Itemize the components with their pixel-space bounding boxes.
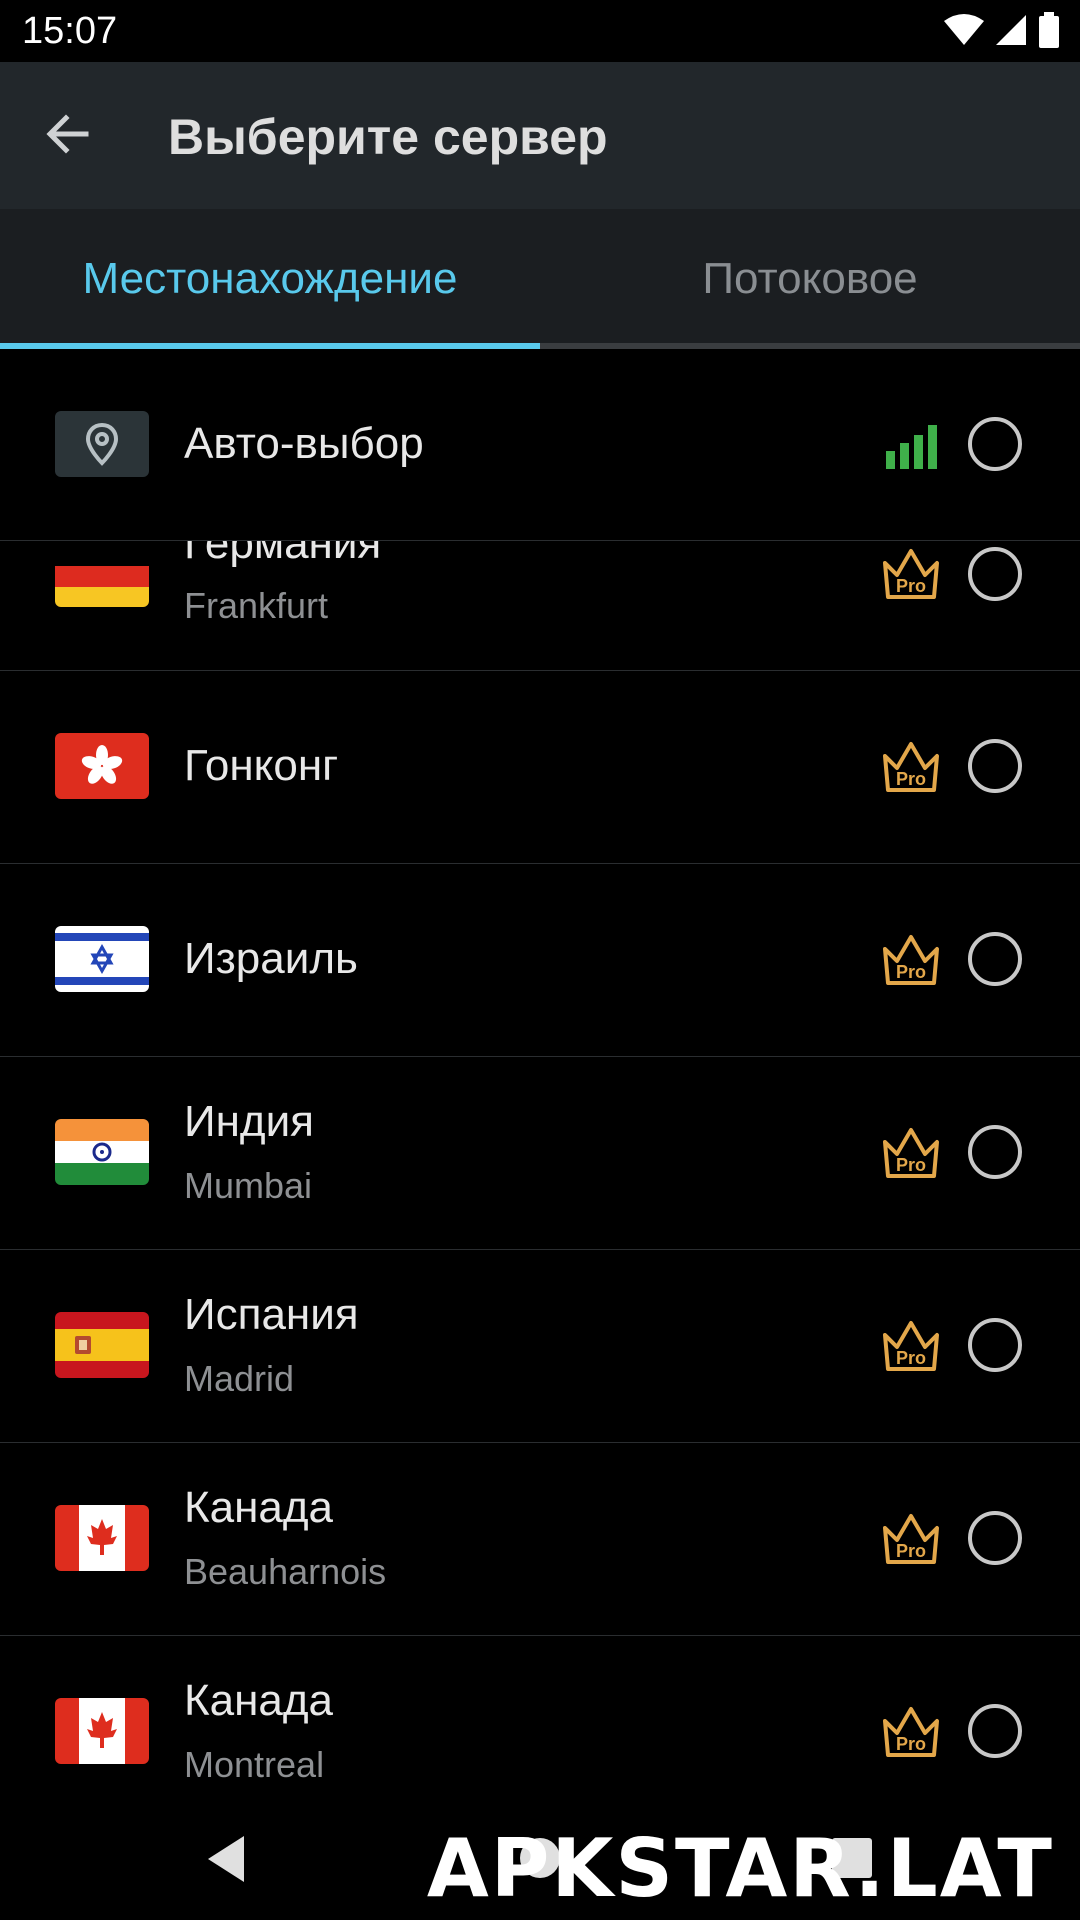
pro-label: Pro: [896, 769, 926, 789]
server-row-auto[interactable]: Авто-выбор: [0, 349, 1080, 542]
pro-label: Pro: [896, 1541, 926, 1561]
server-name: Гонконг: [184, 741, 339, 790]
radio-button[interactable]: [968, 1125, 1022, 1179]
canada-flag: [55, 1505, 149, 1571]
israel-flag: [55, 926, 149, 992]
nav-back-icon[interactable]: [204, 1834, 248, 1884]
pro-crown-icon: Pro: [883, 742, 939, 792]
pro-label: Pro: [896, 1734, 926, 1754]
wifi-icon: [944, 14, 984, 45]
status-bar: 15:07: [0, 0, 1080, 62]
server-row-germany[interactable]: Германия Frankfurt Pro: [0, 541, 1080, 672]
pro-label: Pro: [896, 1155, 926, 1175]
radio-button[interactable]: [968, 739, 1022, 793]
pro-label: Pro: [896, 1348, 926, 1368]
arrow-back-icon[interactable]: [40, 106, 96, 162]
server-name: Канада: [184, 1676, 334, 1725]
radio-button[interactable]: [968, 1318, 1022, 1372]
page-title: Выберите сервер: [168, 109, 608, 165]
pro-crown-icon: Pro: [883, 1128, 939, 1178]
server-row-hong-kong[interactable]: Гонконг Pro: [0, 671, 1080, 865]
server-row-israel[interactable]: Израиль Pro: [0, 864, 1080, 1058]
server-city: Montreal: [184, 1744, 325, 1785]
server-row-spain[interactable]: Испания Madrid Pro: [0, 1250, 1080, 1444]
radio-button[interactable]: [968, 932, 1022, 986]
watermark: APKSTAR.LAT: [426, 1822, 1054, 1915]
pro-label: Pro: [896, 962, 926, 982]
pro-crown-icon: Pro: [883, 1321, 939, 1371]
server-name: Индия: [184, 1097, 315, 1146]
server-name: Израиль: [184, 934, 358, 983]
radio-button[interactable]: [968, 417, 1022, 471]
spain-flag: [55, 1312, 149, 1378]
server-name: Германия: [184, 541, 382, 568]
tab-streaming[interactable]: Потоковое: [540, 209, 1080, 349]
server-row-canada-beauharnois[interactable]: Канада Beauharnois Pro: [0, 1443, 1080, 1637]
pro-crown-icon: Pro: [883, 935, 939, 985]
canada-flag: [55, 1698, 149, 1764]
pro-label: Pro: [896, 576, 926, 596]
india-flag: [55, 1119, 149, 1185]
cell-signal-icon: [996, 15, 1026, 45]
server-name: Канада: [184, 1483, 334, 1532]
radio-button[interactable]: [968, 1511, 1022, 1565]
germany-flag: [55, 545, 149, 607]
server-name: Испания: [184, 1290, 359, 1339]
tab-location[interactable]: Местонахождение: [0, 209, 540, 349]
status-time: 15:07: [22, 10, 118, 52]
pro-crown-icon: Pro: [883, 549, 939, 599]
server-row-india[interactable]: Индия Mumbai Pro: [0, 1057, 1080, 1251]
tab-bar: Местонахождение Потоковое: [0, 209, 1080, 349]
battery-icon: [1039, 12, 1059, 48]
signal-strength-icon: [886, 425, 937, 469]
server-city: Beauharnois: [184, 1551, 387, 1592]
server-name: Авто-выбор: [184, 419, 424, 468]
server-city: Mumbai: [184, 1165, 313, 1206]
server-city: Madrid: [184, 1358, 295, 1399]
pro-crown-icon: Pro: [883, 1707, 939, 1757]
radio-button[interactable]: [968, 1704, 1022, 1758]
hong-kong-flag: [55, 733, 149, 799]
status-icons: [944, 12, 1060, 48]
location-pin-icon: [55, 411, 149, 477]
pro-crown-icon: Pro: [883, 1514, 939, 1564]
app-bar: Выберите сервер: [0, 62, 1080, 209]
radio-button[interactable]: [968, 547, 1022, 601]
server-city: Frankfurt: [184, 585, 329, 626]
